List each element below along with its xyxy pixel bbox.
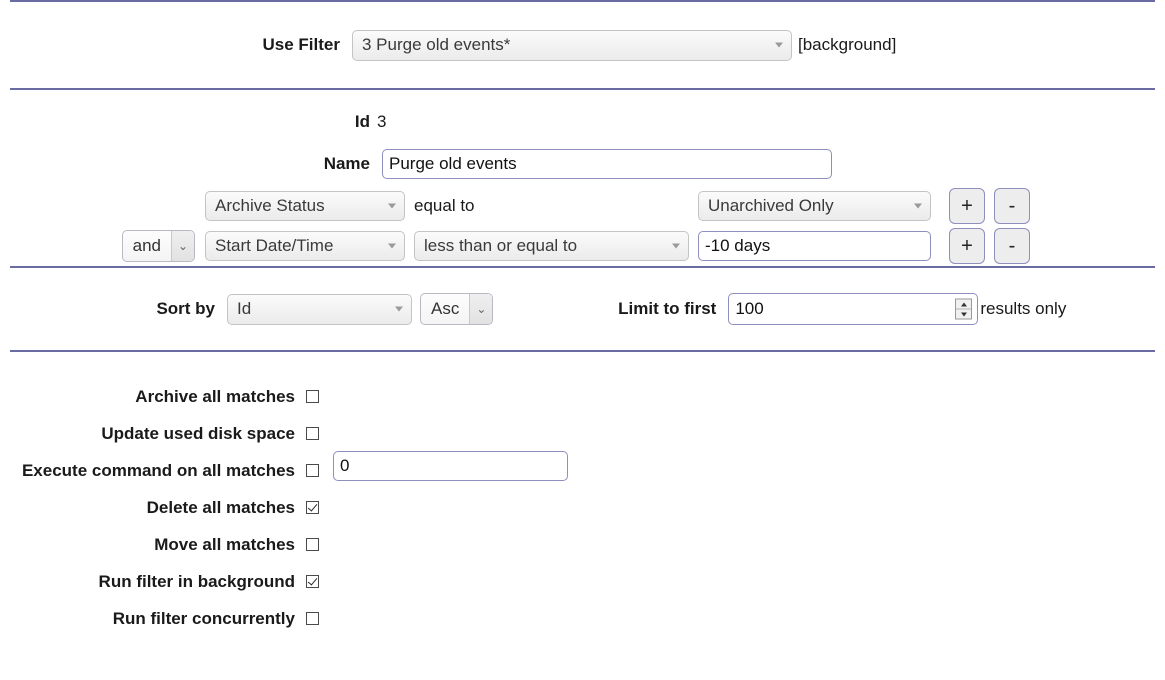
update-used-disk-space-checkbox[interactable] xyxy=(306,427,319,440)
chevron-down-icon xyxy=(914,203,922,209)
chevron-down-icon xyxy=(388,243,396,249)
sort-direction-select[interactable]: Asc ⌄ xyxy=(420,293,494,325)
sort-section: Sort by Id Asc ⌄ Limit to first 100 resu… xyxy=(0,268,1165,350)
condition-buttons: + - xyxy=(949,228,1030,264)
spinner-icon[interactable] xyxy=(955,298,973,320)
limit-label: Limit to first xyxy=(618,299,717,318)
condition-conjunction-select[interactable]: and ⌄ xyxy=(121,230,195,262)
sort-by-dropdown[interactable]: Id xyxy=(227,293,412,325)
option-row-execute-command: Execute command on all matches 0 xyxy=(0,444,1165,481)
spinner-down-button[interactable] xyxy=(956,310,971,319)
chevron-down-icon: ⌄ xyxy=(469,294,493,324)
condition-field-value: Archive Status xyxy=(215,196,325,215)
archive-all-matches-checkbox[interactable] xyxy=(306,390,319,403)
limit-stepper[interactable]: 100 xyxy=(728,293,979,325)
add-condition-button[interactable]: + xyxy=(949,228,985,264)
use-filter-selected-value: 3 Purge old events* xyxy=(362,35,511,54)
option-label: Delete all matches xyxy=(146,497,295,517)
option-label: Run filter concurrently xyxy=(112,608,295,628)
id-row: Id 3 xyxy=(0,90,1165,142)
spinner-up-button[interactable] xyxy=(956,300,972,310)
condition-operator-text: equal to xyxy=(414,196,475,215)
condition-value-dropdown[interactable]: Unarchived Only xyxy=(698,191,931,221)
run-filter-concurrently-checkbox[interactable] xyxy=(306,612,319,625)
option-row-run-filter-concurrently: Run filter concurrently xyxy=(0,592,1165,629)
execute-command-input[interactable]: 0 xyxy=(333,451,568,481)
option-label: Archive all matches xyxy=(135,386,295,406)
use-filter-section: Use Filter 3 Purge old events* [backgrou… xyxy=(0,2,1165,88)
execute-command-checkbox[interactable] xyxy=(306,464,319,477)
option-row-run-filter-in-background: Run filter in background xyxy=(0,555,1165,592)
filter-editor-page: Use Filter 3 Purge old events* [backgrou… xyxy=(0,0,1165,629)
option-row-archive-all-matches: Archive all matches xyxy=(0,370,1165,407)
condition-operator-dropdown[interactable]: less than or equal to xyxy=(414,231,689,261)
sort-by-value: Id xyxy=(237,299,252,318)
condition-value-input[interactable]: -10 days xyxy=(698,231,931,261)
name-row: Name Purge old events xyxy=(0,142,1165,186)
chevron-down-icon xyxy=(395,306,403,312)
option-row-update-used-disk-space: Update used disk space xyxy=(0,407,1165,444)
move-all-matches-checkbox[interactable] xyxy=(306,538,319,551)
chevron-down-icon xyxy=(775,42,783,48)
limit-input[interactable]: 100 xyxy=(728,293,979,325)
option-label: Execute command on all matches xyxy=(21,460,295,480)
sort-by-label: Sort by xyxy=(156,299,215,318)
remove-condition-button[interactable]: - xyxy=(994,188,1030,224)
condition-conjunction-value: and xyxy=(132,236,161,255)
background-tag: [background] xyxy=(798,35,897,54)
add-condition-button[interactable]: + xyxy=(949,188,985,224)
condition-conjunction-slot: and ⌄ xyxy=(0,230,205,262)
condition-field-dropdown[interactable]: Archive Status xyxy=(205,191,405,221)
id-label: Id xyxy=(354,112,370,131)
remove-condition-button[interactable]: - xyxy=(994,228,1030,264)
chevron-down-icon xyxy=(672,243,680,249)
condition-buttons: + - xyxy=(949,188,1030,224)
option-label: Move all matches xyxy=(154,534,295,554)
results-only-text: results only xyxy=(980,299,1067,318)
run-filter-in-background-checkbox[interactable] xyxy=(306,575,319,588)
use-filter-label: Use Filter xyxy=(262,35,340,54)
option-label: Run filter in background xyxy=(98,571,295,591)
condition-operator-value: less than or equal to xyxy=(424,236,578,255)
delete-all-matches-checkbox[interactable] xyxy=(306,501,319,514)
chevron-down-icon: ⌄ xyxy=(171,231,194,261)
condition-row: and ⌄ Start Date/Time less than or equal… xyxy=(0,226,1165,266)
condition-row: Archive Status equal to Unarchived Only … xyxy=(0,186,1165,226)
option-row-move-all-matches: Move all matches xyxy=(0,518,1165,555)
name-input[interactable]: Purge old events xyxy=(382,149,832,179)
filter-details-section: Id 3 Name Purge old events Archive Statu… xyxy=(0,90,1165,266)
chevron-down-icon xyxy=(388,203,396,209)
options-section: Archive all matches Update used disk spa… xyxy=(0,352,1165,629)
use-filter-dropdown[interactable]: 3 Purge old events* xyxy=(352,29,792,61)
option-label: Update used disk space xyxy=(101,423,295,443)
id-value: 3 xyxy=(377,112,387,131)
name-label: Name xyxy=(323,154,370,173)
condition-field-value: Start Date/Time xyxy=(215,236,334,255)
sort-direction-value: Asc xyxy=(431,299,460,318)
condition-value: Unarchived Only xyxy=(708,196,834,215)
option-row-delete-all-matches: Delete all matches xyxy=(0,481,1165,518)
condition-field-dropdown[interactable]: Start Date/Time xyxy=(205,231,405,261)
